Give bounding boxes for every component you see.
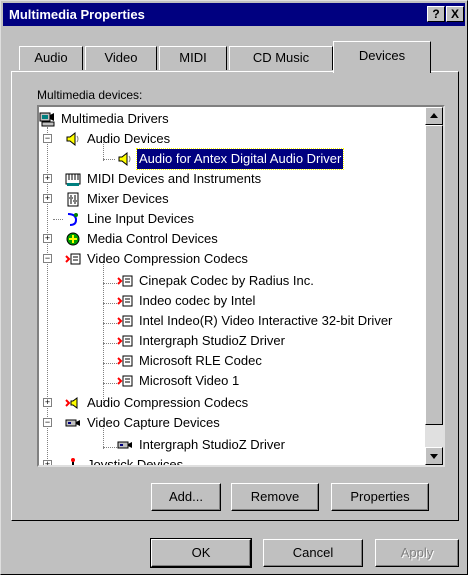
- remove-button[interactable]: Remove: [231, 483, 319, 511]
- expand-toggle[interactable]: +: [43, 194, 52, 203]
- computer-icon: [39, 112, 55, 127]
- speaker-icon: [118, 151, 131, 167]
- tree-item-cinepak-codec[interactable]: Cinepak Codec by Radius Inc.: [117, 271, 377, 291]
- expand-toggle[interactable]: +: [43, 460, 52, 465]
- tree-item-multimedia-drivers[interactable]: Multimedia Drivers: [39, 109, 239, 129]
- tree-item-label: Microsoft RLE Codec: [139, 353, 262, 368]
- tree-item-microsoft-rle-codec[interactable]: Microsoft RLE Codec: [117, 351, 377, 371]
- speaker-icon: [66, 131, 79, 147]
- tree-item-audio-compression-codecs[interactable]: Audio Compression Codecs: [65, 393, 325, 413]
- tree-item-label: Line Input Devices: [87, 211, 194, 226]
- tree-item-video-compression-codecs[interactable]: Video Compression Codecs: [65, 249, 305, 269]
- tree-item-label: Video Capture Devices: [87, 415, 220, 430]
- remove-button-label: Remove: [250, 489, 300, 504]
- line-input-icon: [67, 213, 78, 226]
- scroll-down-button[interactable]: [425, 447, 443, 465]
- apply-button[interactable]: Apply: [375, 539, 459, 567]
- tree-item-label: Intergraph StudioZ Driver: [139, 437, 285, 452]
- properties-button-label: Properties: [350, 489, 410, 504]
- expand-toggle[interactable]: +: [43, 398, 52, 407]
- scroll-thumb[interactable]: [425, 125, 443, 425]
- tree-item-line-input-devices[interactable]: Line Input Devices: [65, 209, 265, 229]
- codec-icon: [65, 253, 81, 265]
- codec-icon: [117, 315, 133, 327]
- collapse-toggle[interactable]: −: [43, 134, 52, 143]
- add-button[interactable]: Add...: [151, 483, 221, 511]
- tab-video[interactable]: Video: [85, 46, 157, 70]
- tree-item-label: Microsoft Video 1: [139, 373, 240, 388]
- joystick-icon: [71, 458, 75, 465]
- tree-item-studioz-capture-driver[interactable]: Intergraph StudioZ Driver: [117, 435, 357, 455]
- tab-audio[interactable]: Audio: [19, 46, 83, 70]
- tree-item-label: Indeo codec by Intel: [139, 293, 256, 308]
- midi-icon: [65, 173, 81, 186]
- tree-item-label: Audio Devices: [87, 131, 171, 146]
- window-title: Multimedia Properties: [9, 7, 145, 22]
- apply-button-label: Apply: [400, 545, 434, 560]
- cancel-button[interactable]: Cancel: [263, 539, 363, 567]
- tree-item-label: Joystick Devices: [87, 457, 184, 465]
- tree-item-joystick-devices[interactable]: Joystick Devices: [65, 455, 265, 465]
- codec-icon: [117, 275, 133, 287]
- tree-item-video-capture-devices[interactable]: Video Capture Devices: [65, 413, 285, 433]
- codec-icon: [117, 375, 133, 387]
- close-button[interactable]: X: [446, 6, 464, 22]
- help-button[interactable]: ?: [427, 6, 445, 22]
- devices-tree[interactable]: Multimedia Drivers − Audio Devices Audio…: [37, 105, 445, 467]
- vertical-scrollbar[interactable]: [425, 107, 443, 465]
- tree-item-midi-devices[interactable]: MIDI Devices and Instruments: [65, 169, 365, 189]
- collapse-toggle[interactable]: −: [43, 418, 52, 427]
- tree-item-label: Cinepak Codec by Radius Inc.: [139, 273, 314, 288]
- tab-cd-music[interactable]: CD Music: [229, 46, 333, 70]
- collapse-toggle[interactable]: −: [43, 254, 52, 263]
- tree-item-media-control-devices[interactable]: Media Control Devices: [65, 229, 285, 249]
- tab-midi[interactable]: MIDI: [159, 46, 227, 70]
- title-bar[interactable]: Multimedia Properties ? X: [3, 3, 465, 26]
- tree-item-label: Intel Indeo(R) Video Interactive 32-bit …: [139, 313, 393, 328]
- tree-item-antex-audio-driver[interactable]: Audio for Antex Digital Audio Driver: [117, 148, 417, 170]
- tree-item-label: Intergraph StudioZ Driver: [139, 333, 285, 348]
- multimedia-properties-dialog: Multimedia Properties ? X Audio Video MI…: [0, 0, 468, 575]
- expand-toggle[interactable]: +: [43, 234, 52, 243]
- tree-item-indeo-video-interactive-driver[interactable]: Intel Indeo(R) Video Interactive 32-bit …: [117, 311, 423, 331]
- audio-codec-icon: [65, 397, 78, 409]
- tree-connector: [103, 159, 115, 160]
- codec-icon: [117, 355, 133, 367]
- media-control-icon: [66, 232, 80, 246]
- video-capture-icon: [65, 419, 80, 427]
- ok-button[interactable]: OK: [150, 538, 252, 568]
- multimedia-devices-label: Multimedia devices:: [37, 88, 143, 102]
- video-capture-icon: [117, 441, 132, 449]
- codec-icon: [117, 295, 133, 307]
- codec-icon: [117, 335, 133, 347]
- tree-item-label: MIDI Devices and Instruments: [87, 171, 262, 186]
- tree-item-indeo-codec[interactable]: Indeo codec by Intel: [117, 291, 377, 311]
- tree-connector: [53, 219, 63, 220]
- expand-toggle[interactable]: +: [43, 174, 52, 183]
- tree-item-label: Multimedia Drivers: [61, 111, 169, 126]
- cancel-button-label: Cancel: [292, 545, 334, 560]
- tree-item-mixer-devices[interactable]: Mixer Devices: [65, 189, 265, 209]
- tree-item-label: Media Control Devices: [87, 231, 218, 246]
- scroll-up-button[interactable]: [425, 107, 443, 125]
- ok-button-label: OK: [191, 545, 211, 560]
- tree-item-label: Audio Compression Codecs: [87, 395, 249, 410]
- tree-item-audio-devices[interactable]: Audio Devices: [65, 129, 225, 149]
- tree-item-studioz-codec-driver[interactable]: Intergraph StudioZ Driver: [117, 331, 377, 351]
- tree-viewport: Multimedia Drivers − Audio Devices Audio…: [39, 107, 425, 465]
- arrow-down-icon: [430, 454, 438, 459]
- properties-button[interactable]: Properties: [331, 483, 429, 511]
- arrow-up-icon: [430, 113, 438, 118]
- tree-item-label: Mixer Devices: [87, 191, 169, 206]
- tab-devices[interactable]: Devices: [333, 41, 431, 73]
- add-button-label: Add...: [169, 489, 203, 504]
- mixer-icon: [67, 192, 79, 207]
- tree-item-label: Audio for Antex Digital Audio Driver: [135, 148, 345, 170]
- tree-item-label: Video Compression Codecs: [87, 251, 248, 266]
- tree-item-microsoft-video-1[interactable]: Microsoft Video 1: [117, 371, 377, 391]
